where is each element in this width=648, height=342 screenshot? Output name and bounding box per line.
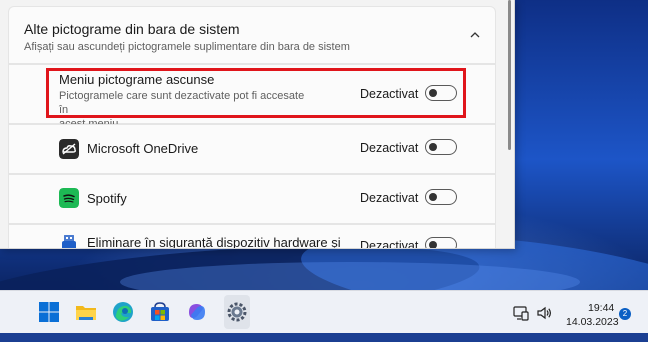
clock-date[interactable]: 14.03.2023 — [566, 316, 619, 328]
microsoft-store-icon[interactable] — [149, 301, 171, 323]
notification-badge[interactable]: 2 — [619, 308, 631, 320]
section-subtitle: Afișați sau ascundeți pictogramele supli… — [24, 41, 350, 53]
chevron-up-icon[interactable] — [469, 29, 481, 41]
taskbar: 19:44 14.03.2023 2 — [0, 290, 648, 333]
section-header[interactable]: Alte pictograme din bara de sistem Afișa… — [8, 6, 496, 64]
setting-row-spotify: Spotify Dezactivat — [8, 174, 496, 224]
setting-title: Microsoft OneDrive — [87, 141, 199, 156]
toggle-knob — [429, 241, 437, 248]
setting-title: Spotify — [87, 191, 127, 206]
section-title: Alte pictograme din bara de sistem — [24, 21, 240, 37]
setting-row-onedrive: Microsoft OneDrive Dezactivat — [8, 124, 496, 174]
highlight-box — [46, 68, 466, 118]
setting-row-safely-remove-hardware: Eliminare în siguranță dispozitiv hardwa… — [8, 224, 496, 249]
start-icon[interactable] — [38, 301, 60, 323]
toggle-state-label: Dezactivat — [360, 239, 419, 249]
clock-time[interactable]: 19:44 — [588, 302, 614, 314]
settings-window: Alte pictograme din bara de sistem Afișa… — [0, 0, 515, 249]
toggle-switch[interactable] — [425, 189, 457, 205]
toggle-knob — [429, 143, 437, 151]
volume-icon[interactable] — [536, 305, 552, 321]
spotify-icon — [59, 188, 79, 208]
toggle-state-label: Dezactivat — [360, 141, 419, 155]
onedrive-icon — [59, 139, 79, 159]
copilot-icon[interactable] — [186, 301, 208, 323]
edge-icon[interactable] — [112, 301, 134, 323]
setting-title: Eliminare în siguranță dispozitiv hardwa… — [87, 235, 341, 249]
scrollbar[interactable] — [508, 0, 511, 150]
toggle-state-label: Dezactivat — [360, 191, 419, 205]
settings-icon[interactable] — [226, 301, 248, 323]
file-explorer-icon[interactable] — [75, 301, 97, 323]
usb-eject-icon — [62, 235, 76, 248]
toggle-switch[interactable] — [425, 237, 457, 248]
toggle-switch[interactable] — [425, 139, 457, 155]
device-icon[interactable] — [513, 305, 529, 321]
toggle-knob — [429, 193, 437, 201]
